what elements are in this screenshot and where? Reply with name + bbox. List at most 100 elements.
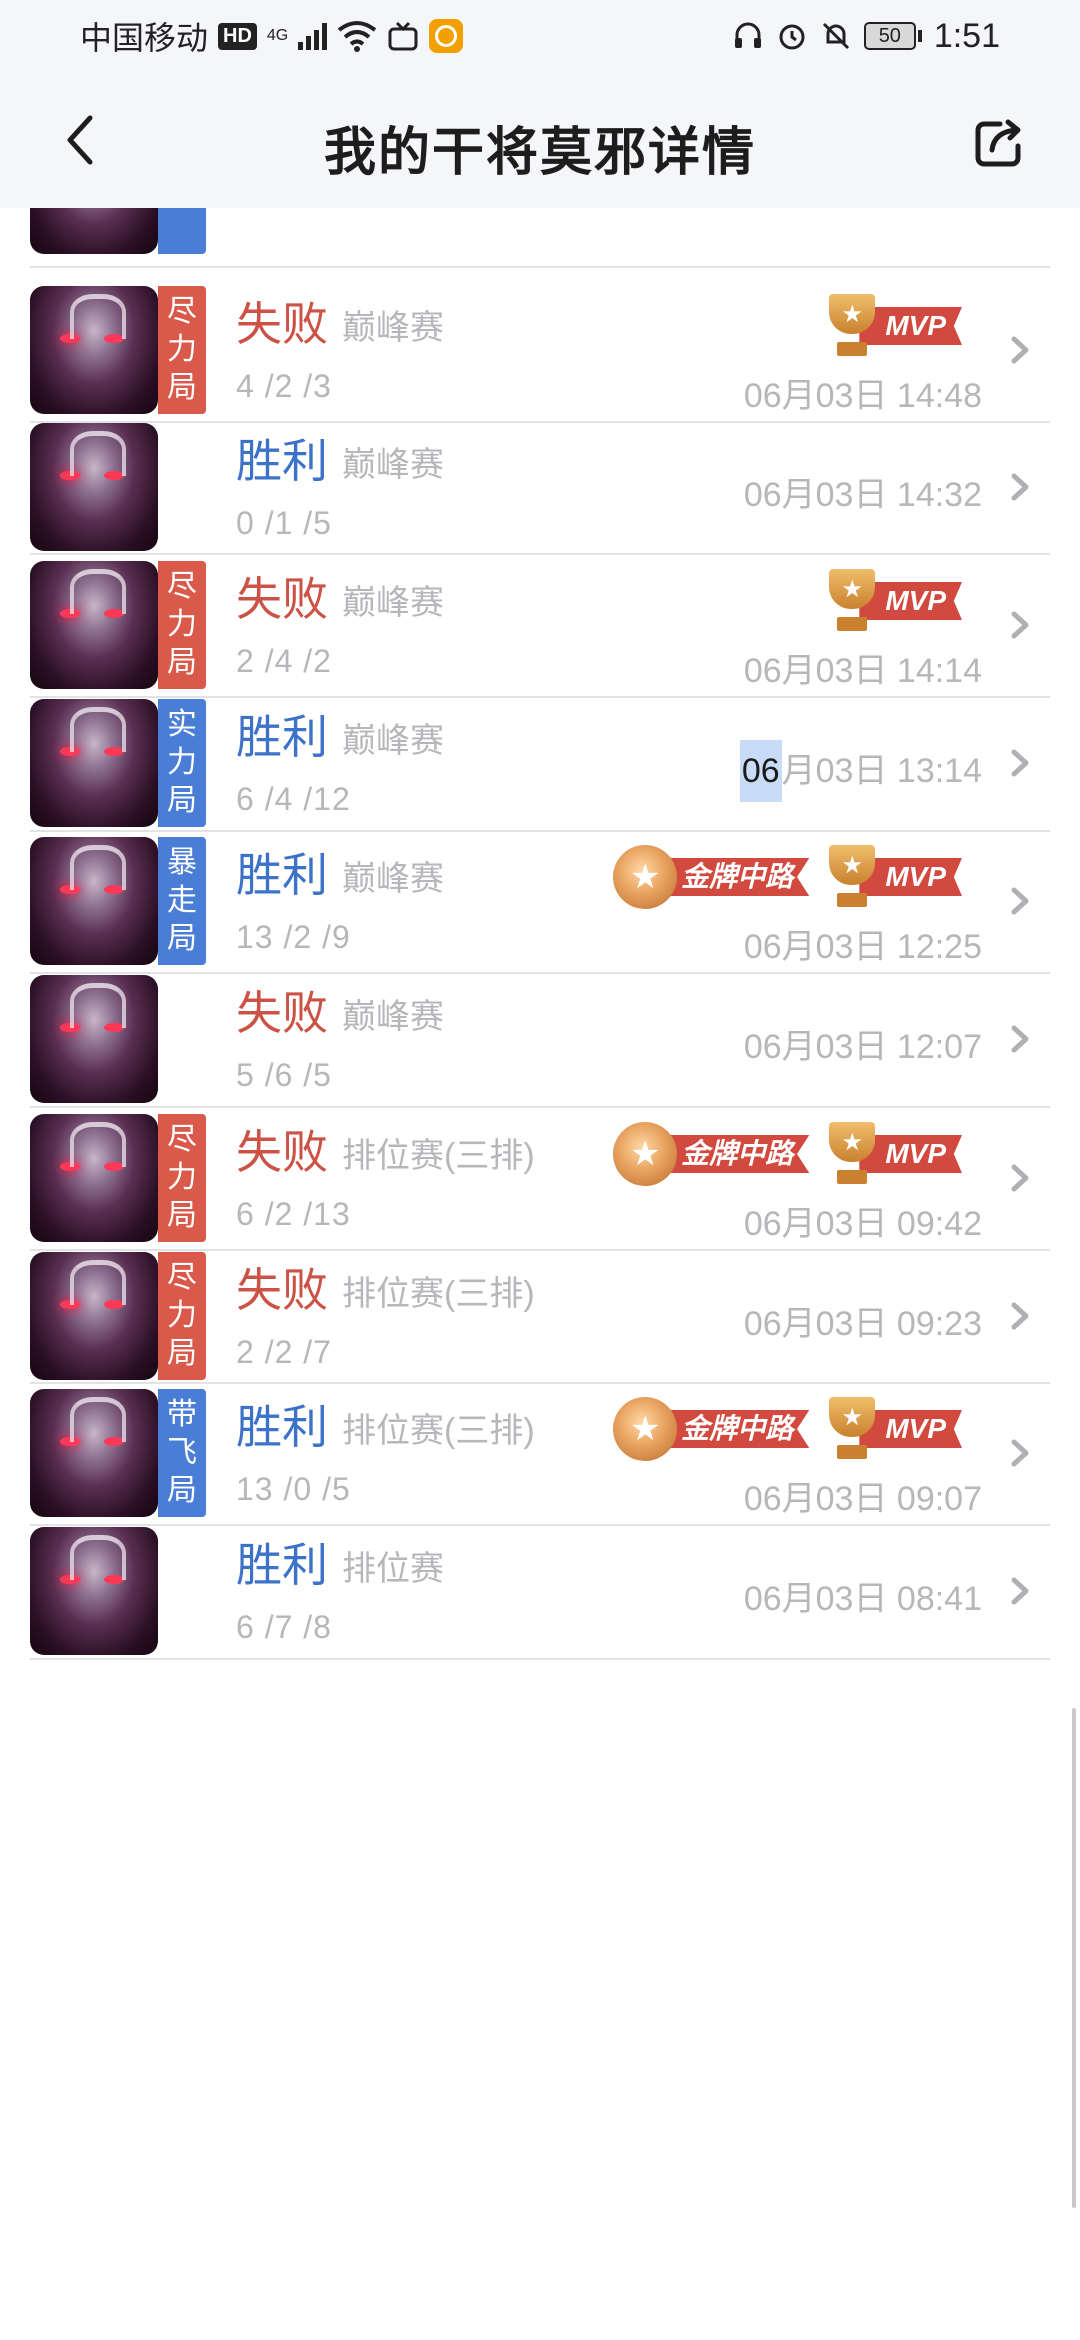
match-tag bbox=[158, 208, 206, 254]
match-kda: 5 /6 /5 bbox=[236, 1057, 332, 1093]
match-tag-char: 走 bbox=[167, 884, 197, 917]
match-row[interactable]: 胜利 巅峰赛 0 /1 /5 06月03日 14:32 bbox=[0, 421, 1080, 553]
gold-mid-label: 金牌中路 bbox=[655, 1410, 810, 1448]
game-app-icon bbox=[429, 19, 464, 53]
match-tag: 尽力局 bbox=[158, 1252, 206, 1380]
match-badges: ★ MVP bbox=[823, 569, 962, 633]
match-time: 06月03日 12:25 bbox=[743, 928, 982, 966]
chevron-right-icon bbox=[1008, 1576, 1034, 1606]
match-badges: ★ MVP bbox=[823, 294, 962, 358]
chevron-right-icon bbox=[1008, 748, 1034, 778]
match-kda: 6 /7 /8 bbox=[236, 1609, 332, 1645]
tv-app-icon bbox=[388, 21, 418, 51]
match-kda: 2 /2 /7 bbox=[236, 1334, 332, 1370]
match-row[interactable]: 实力局胜利 巅峰赛 6 /4 /12 06月03日 13:14 bbox=[0, 696, 1080, 830]
gold-mid-badge: ★ 金牌中路 bbox=[613, 1397, 810, 1461]
mvp-badge: ★ MVP bbox=[823, 294, 962, 358]
match-kda: 13 /0 /5 bbox=[236, 1471, 351, 1507]
hero-avatar bbox=[30, 1389, 158, 1517]
match-tag-char: 尽 bbox=[167, 1123, 197, 1156]
match-tag-char: 力 bbox=[167, 333, 197, 366]
scrollbar[interactable] bbox=[1072, 1708, 1076, 2208]
match-mode: 巅峰赛 bbox=[342, 309, 444, 347]
match-time: 06月03日 12:07 bbox=[743, 1028, 982, 1066]
share-icon bbox=[975, 119, 1021, 167]
match-result: 胜利 bbox=[236, 435, 328, 487]
match-time: 06月03日 14:32 bbox=[743, 476, 982, 514]
match-row[interactable]: 尽力局失败 排位赛(三排) 2 /2 /7 06月03日 09:23 bbox=[0, 1249, 1080, 1382]
match-mode: 巅峰赛 bbox=[342, 446, 444, 484]
match-result: 失败 bbox=[236, 1264, 328, 1316]
match-time: 06月03日 09:42 bbox=[743, 1205, 982, 1243]
match-mode: 排位赛(三排) bbox=[342, 1275, 535, 1313]
match-time: 06月03日 14:14 bbox=[743, 652, 982, 690]
match-tag-char: 局 bbox=[167, 646, 197, 679]
hero-avatar bbox=[30, 699, 158, 827]
match-row[interactable]: 尽力局失败 巅峰赛 2 /4 /2 06月03日 14:14 ★ MVP bbox=[0, 553, 1080, 696]
match-tag: 带飞局 bbox=[158, 1389, 206, 1517]
trophy-icon: ★ bbox=[823, 845, 881, 909]
match-mode: 排位赛(三排) bbox=[342, 1137, 535, 1175]
match-tag-char: 实 bbox=[167, 708, 197, 741]
match-time-rest: 月03日 13:14 bbox=[781, 752, 982, 790]
status-left: 中国移动 HD 4G bbox=[80, 14, 464, 58]
hero-avatar bbox=[30, 561, 158, 689]
match-badges: ★ 金牌中路 ★ MVP bbox=[613, 845, 962, 909]
match-tag: 尽力局 bbox=[158, 1114, 206, 1242]
match-row[interactable]: 暴走局胜利 巅峰赛 13 /2 /9 06月03日 12:25 ★ 金牌中路 ★ MVP bbox=[0, 830, 1080, 972]
match-list: 尽力局失败 巅峰赛 4 /2 /3 06月03日 14:48 ★ MVP 胜利 巅峰赛 0 /1… bbox=[0, 208, 1080, 2340]
match-result: 胜利 bbox=[236, 1401, 328, 1453]
alarm-icon bbox=[779, 24, 805, 50]
signal-icon bbox=[298, 22, 328, 50]
medal-icon: ★ bbox=[613, 845, 678, 909]
match-result: 胜利 bbox=[236, 849, 328, 901]
chevron-right-icon bbox=[1008, 335, 1034, 365]
chevron-right-icon bbox=[1008, 610, 1034, 640]
match-time: 06月03日 13:14 bbox=[739, 740, 982, 802]
mvp-badge: ★ MVP bbox=[823, 845, 962, 909]
page-title: 我的干将莫邪详情 bbox=[323, 124, 756, 182]
match-kda: 2 /4 /2 bbox=[236, 643, 332, 679]
mute-bell-icon bbox=[822, 22, 849, 50]
trophy-icon: ★ bbox=[823, 1397, 881, 1461]
match-row-partial[interactable] bbox=[0, 208, 1080, 274]
match-mode: 巅峰赛 bbox=[342, 860, 444, 898]
match-row[interactable]: 带飞局胜利 排位赛(三排) 13 /0 /5 06月03日 09:07 ★ 金牌中路 ★ MV… bbox=[0, 1382, 1080, 1524]
gold-mid-label: 金牌中路 bbox=[655, 858, 810, 896]
trophy-icon: ★ bbox=[823, 294, 881, 358]
match-tag-char: 局 bbox=[167, 784, 197, 817]
match-tag-char: 尽 bbox=[167, 295, 197, 328]
battery-level: 50 bbox=[863, 22, 916, 50]
status-right: 50 1:51 bbox=[732, 14, 1000, 58]
hero-avatar bbox=[30, 423, 158, 551]
match-tag-char: 局 bbox=[167, 1474, 197, 1507]
chevron-right-icon bbox=[1008, 1438, 1034, 1468]
match-row[interactable]: 胜利 排位赛 6 /7 /8 06月03日 08:41 bbox=[0, 1524, 1080, 1658]
share-button[interactable] bbox=[970, 116, 1030, 176]
match-kda: 6 /4 /12 bbox=[236, 781, 351, 817]
match-tag: 暴走局 bbox=[158, 837, 206, 965]
match-row[interactable]: 尽力局失败 巅峰赛 4 /2 /3 06月03日 14:48 ★ MVP bbox=[0, 278, 1080, 421]
match-tag-char: 局 bbox=[167, 922, 197, 955]
network-type-label: 4G bbox=[266, 27, 289, 44]
match-mode: 排位赛 bbox=[342, 1550, 444, 1588]
match-mode: 巅峰赛 bbox=[342, 998, 444, 1036]
match-mode: 巅峰赛 bbox=[342, 584, 444, 622]
chevron-right-icon bbox=[1008, 1024, 1034, 1054]
mvp-badge: ★ MVP bbox=[823, 1122, 962, 1186]
match-row[interactable]: 尽力局失败 排位赛(三排) 6 /2 /13 06月03日 09:42 ★ 金牌中路 ★ MV… bbox=[0, 1106, 1080, 1249]
match-kda: 0 /1 /5 bbox=[236, 505, 332, 541]
nav-header: 我的干将莫邪详情 bbox=[0, 72, 1080, 208]
row-divider bbox=[30, 266, 1050, 268]
chevron-right-icon bbox=[1008, 1163, 1034, 1193]
hd-icon: HD bbox=[218, 22, 257, 50]
match-result: 失败 bbox=[236, 298, 328, 350]
match-tag: 尽力局 bbox=[158, 286, 206, 414]
match-tag-char: 尽 bbox=[167, 570, 197, 603]
match-row[interactable]: 失败 巅峰赛 5 /6 /5 06月03日 12:07 bbox=[0, 972, 1080, 1106]
match-result: 失败 bbox=[236, 987, 328, 1039]
hero-avatar bbox=[30, 837, 158, 965]
hero-avatar bbox=[30, 208, 158, 254]
mvp-badge: ★ MVP bbox=[823, 569, 962, 633]
match-time: 06月03日 14:48 bbox=[743, 377, 982, 415]
